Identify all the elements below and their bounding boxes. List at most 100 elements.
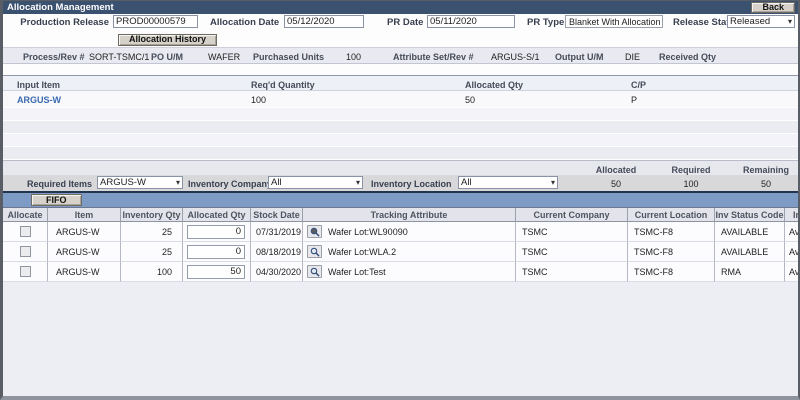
reqd-quantity-col-header: Req'd Quantity bbox=[251, 80, 315, 90]
inventory-company-label: Inventory Company bbox=[188, 179, 272, 189]
po-um-label: PO U/M bbox=[151, 52, 183, 62]
purchased-units-label: Purchased Units bbox=[253, 52, 324, 62]
inventory-company-value: All bbox=[271, 177, 282, 188]
current-company-cell: TSMC bbox=[516, 222, 628, 242]
stock-date-cell: 08/18/2019 bbox=[251, 242, 303, 262]
current-location-cell: TSMC-F8 bbox=[628, 242, 715, 262]
allocation-date-input[interactable] bbox=[284, 15, 364, 28]
current-location-cell: TSMC-F8 bbox=[628, 262, 715, 282]
input-item-link[interactable]: ARGUS-W bbox=[17, 95, 61, 105]
po-um-value: WAFER bbox=[208, 52, 240, 62]
table-row: ARGUS-W 100 04/30/2020 Wafer Lot:Test TS… bbox=[3, 262, 800, 282]
content-background bbox=[3, 282, 798, 396]
allocate-checkbox[interactable] bbox=[20, 266, 31, 277]
cp-value: P bbox=[631, 95, 637, 105]
inv-status-cell: Available bbox=[785, 262, 800, 282]
table-row: ARGUS-W 25 07/31/2019 Wafer Lot:WL90090 … bbox=[3, 222, 800, 242]
inventory-qty-cell: 25 bbox=[121, 242, 183, 262]
inventory-location-select[interactable]: All ▾ bbox=[458, 176, 558, 189]
allocated-summary-value: 50 bbox=[581, 179, 651, 189]
empty-grid-row bbox=[3, 108, 798, 121]
inv-status-col-header: Inv Status bbox=[785, 208, 800, 222]
fifo-band: FIFO bbox=[3, 193, 798, 207]
empty-grid-row bbox=[3, 121, 798, 134]
production-release-input[interactable] bbox=[113, 15, 198, 28]
output-um-value: DIE bbox=[625, 52, 640, 62]
stock-date-cell: 04/30/2020 bbox=[251, 262, 303, 282]
page-title: Allocation Management bbox=[3, 2, 114, 13]
allocated-qty-input[interactable] bbox=[187, 245, 245, 259]
tracking-lookup-button[interactable] bbox=[307, 225, 322, 238]
inv-status-code-cell: AVAILABLE bbox=[715, 222, 785, 242]
spacer bbox=[3, 64, 798, 75]
allocation-date-label: Allocation Date bbox=[210, 17, 279, 28]
pr-type-label: PR Type bbox=[527, 17, 564, 28]
remaining-summary-value: 50 bbox=[731, 179, 800, 189]
tracking-attribute-cell: Wafer Lot:Test bbox=[328, 267, 386, 277]
item-cell: ARGUS-W bbox=[48, 222, 121, 242]
allocated-summary-header: Allocated bbox=[581, 165, 651, 175]
process-rev-label: Process/Rev # bbox=[23, 52, 85, 62]
required-summary-header: Required bbox=[656, 165, 726, 175]
table-row: ARGUS-W 25 08/18/2019 Wafer Lot:WLA.2 TS… bbox=[3, 242, 800, 262]
inventory-location-label: Inventory Location bbox=[371, 179, 452, 189]
chevron-down-icon: ▾ bbox=[788, 17, 792, 26]
current-company-col-header: Current Company bbox=[516, 208, 628, 222]
allocate-checkbox[interactable] bbox=[20, 226, 31, 237]
allocated-qty-input[interactable] bbox=[187, 225, 245, 239]
inv-status-code-cell: RMA bbox=[715, 262, 785, 282]
pr-date-input[interactable] bbox=[427, 15, 515, 28]
release-info-strip: Process/Rev # SORT-TSMC/1 PO U/M WAFER P… bbox=[3, 47, 798, 64]
tracking-attribute-col-header: Tracking Attribute bbox=[303, 208, 516, 222]
allocated-qty-input[interactable] bbox=[187, 265, 245, 279]
fifo-button[interactable]: FIFO bbox=[31, 194, 82, 206]
attribute-set-rev-value: ARGUS-S/1 bbox=[491, 52, 540, 62]
input-item-col-header: Input Item bbox=[17, 80, 60, 90]
remaining-summary-header: Remaining bbox=[731, 165, 800, 175]
filter-row: Required Items ARGUS-W ▾ Inventory Compa… bbox=[3, 175, 798, 191]
inventory-qty-col-header: Inventory Qty bbox=[121, 208, 183, 222]
allocate-checkbox[interactable] bbox=[20, 246, 31, 257]
tracking-attribute-cell: Wafer Lot:WLA.2 bbox=[328, 247, 396, 257]
tracking-attribute-cell: Wafer Lot:WL90090 bbox=[328, 227, 408, 237]
allocated-qty-col-header: Allocated Qty bbox=[465, 80, 523, 90]
current-company-cell: TSMC bbox=[516, 242, 628, 262]
inv-status-cell: Available bbox=[785, 222, 800, 242]
item-cell: ARGUS-W bbox=[48, 242, 121, 262]
chevron-down-icon: ▾ bbox=[176, 178, 180, 187]
magnifier-icon bbox=[310, 267, 320, 277]
back-button[interactable]: Back bbox=[751, 2, 795, 13]
item-cell: ARGUS-W bbox=[48, 262, 121, 282]
allocation-management-window: Allocation Management Back Production Re… bbox=[0, 0, 800, 400]
history-button-row: Allocation History bbox=[3, 29, 798, 47]
current-location-col-header: Current Location bbox=[628, 208, 715, 222]
output-um-label: Output U/M bbox=[555, 52, 604, 62]
allocated-qty-col-header: Allocated Qty bbox=[183, 208, 251, 222]
required-summary-value: 100 bbox=[656, 179, 726, 189]
process-rev-value: SORT-TSMC/1 bbox=[89, 52, 149, 62]
inv-status-code-cell: AVAILABLE bbox=[715, 242, 785, 262]
allocate-col-header: Allocate bbox=[3, 208, 48, 222]
stock-date-cell: 07/31/2019 bbox=[251, 222, 303, 242]
release-status-select[interactable]: Released ▾ bbox=[727, 15, 795, 28]
inv-status-code-col-header: Inv Status Code bbox=[715, 208, 785, 222]
required-items-select[interactable]: ARGUS-W ▾ bbox=[97, 176, 183, 189]
chevron-down-icon: ▾ bbox=[551, 178, 555, 187]
required-items-value: ARGUS-W bbox=[100, 177, 146, 188]
pr-date-label: PR Date bbox=[387, 17, 423, 28]
inventory-qty-cell: 100 bbox=[121, 262, 183, 282]
tracking-lookup-button[interactable] bbox=[307, 245, 322, 258]
tracking-lookup-button[interactable] bbox=[307, 265, 322, 278]
received-qty-label: Received Qty bbox=[659, 52, 716, 62]
magnifier-icon bbox=[310, 227, 320, 237]
allocation-table-header: Allocate Item Inventory Qty Allocated Qt… bbox=[3, 207, 800, 222]
current-location-cell: TSMC-F8 bbox=[628, 222, 715, 242]
input-item-row: ARGUS-W 100 50 P bbox=[3, 91, 798, 108]
required-items-label: Required Items bbox=[27, 179, 92, 189]
input-items-header: Input Item Req'd Quantity Allocated Qty … bbox=[3, 75, 798, 91]
allocation-history-button[interactable]: Allocation History bbox=[118, 34, 217, 46]
inventory-company-select[interactable]: All ▾ bbox=[268, 176, 363, 189]
stock-date-col-header: Stock Date bbox=[251, 208, 303, 222]
release-status-value: Released bbox=[730, 16, 770, 27]
cp-col-header: C/P bbox=[631, 80, 646, 90]
